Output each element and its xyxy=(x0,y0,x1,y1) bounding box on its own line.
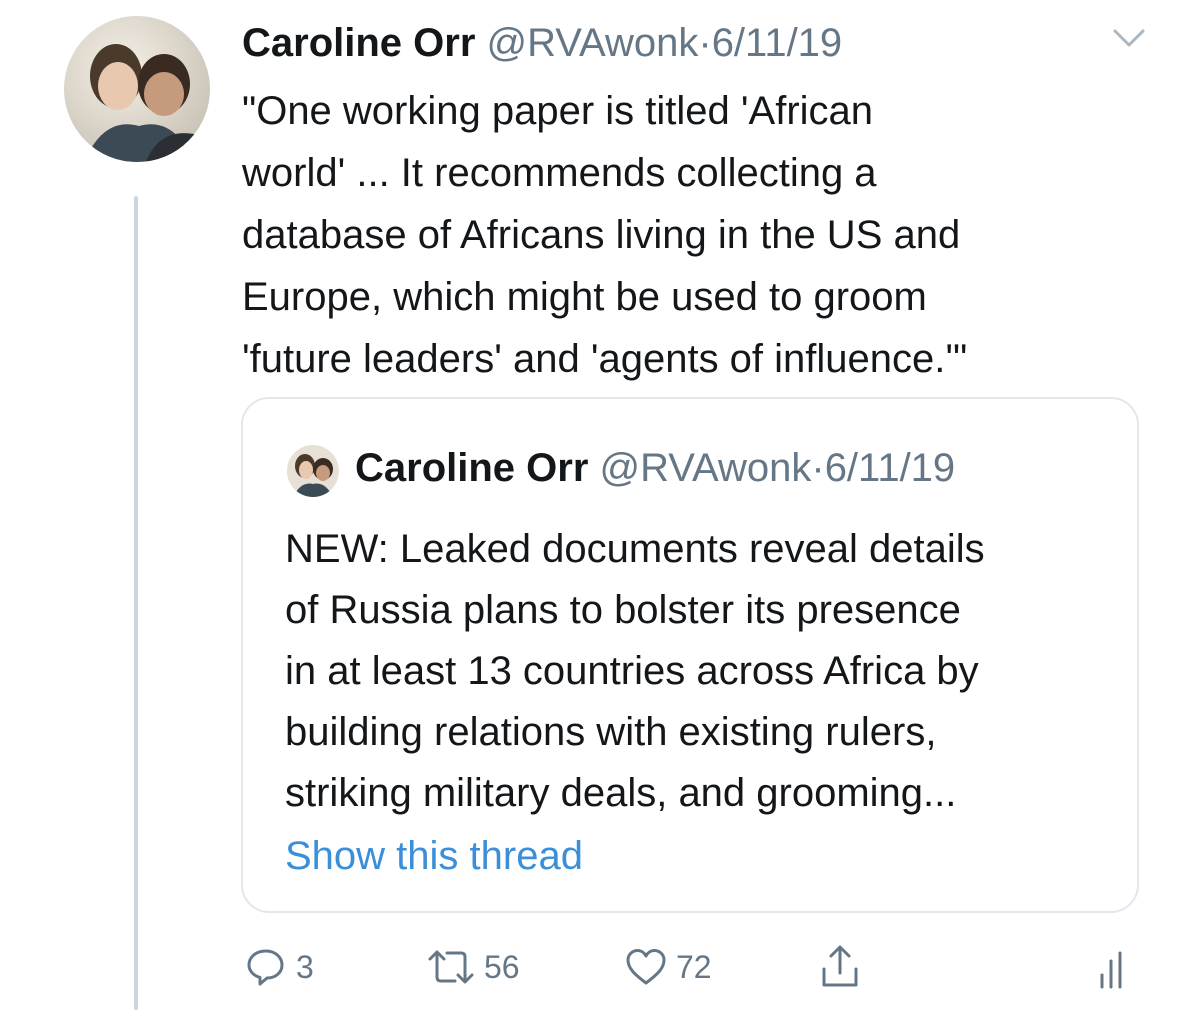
quoted-author-name: Caroline Orr xyxy=(355,446,589,490)
chevron-down-icon[interactable] xyxy=(1112,26,1146,50)
avatar[interactable] xyxy=(64,16,210,162)
share-button[interactable] xyxy=(818,940,862,994)
tweet-header: Caroline Orr @RVAwonk·6/11/19 xyxy=(242,18,842,68)
like-count: 72 xyxy=(676,948,712,985)
like-button[interactable]: 72 xyxy=(624,940,712,994)
retweet-icon xyxy=(426,945,476,989)
author-handle[interactable]: @RVAwonk xyxy=(487,21,699,65)
quoted-tweet-header: Caroline Orr @RVAwonk·6/11/19 xyxy=(355,443,955,493)
share-icon xyxy=(818,943,862,991)
show-thread-link[interactable]: Show this thread xyxy=(285,831,583,881)
quoted-text-line: NEW: Leaked documents reveal details xyxy=(285,527,985,571)
quoted-author-handle: @RVAwonk xyxy=(599,446,812,490)
tweet-actions: 3 56 72 xyxy=(244,940,1144,994)
reply-icon xyxy=(244,945,288,989)
tweet-text-line: 'future leaders' and 'agents of influenc… xyxy=(242,337,968,381)
quoted-text-line: striking military deals, and grooming... xyxy=(285,771,957,815)
quoted-separator: · xyxy=(811,446,825,490)
thread-line xyxy=(134,196,138,1010)
quoted-tweet-date: 6/11/19 xyxy=(824,446,956,490)
quoted-tweet-card[interactable]: Caroline Orr @RVAwonk·6/11/19 NEW: Leake… xyxy=(241,397,1139,913)
tweet-date[interactable]: 6/11/19 xyxy=(712,21,843,65)
tweet-text-line: "One working paper is titled 'African xyxy=(242,89,874,133)
reply-count: 3 xyxy=(296,948,314,985)
quoted-avatar xyxy=(287,445,339,497)
tweet-text-line: database of Africans living in the US an… xyxy=(242,213,961,257)
retweet-count: 56 xyxy=(484,948,520,985)
reply-button[interactable]: 3 xyxy=(244,940,314,994)
author-name[interactable]: Caroline Orr xyxy=(242,21,475,65)
quoted-tweet-text: NEW: Leaked documents reveal details of … xyxy=(285,519,1125,824)
tweet-text-line: world' ... It recommends collecting a xyxy=(242,151,877,195)
analytics-icon xyxy=(1096,945,1132,989)
retweet-button[interactable]: 56 xyxy=(426,940,520,994)
quoted-text-line: in at least 13 countries across Africa b… xyxy=(285,649,979,693)
quoted-text-line: of Russia plans to bolster its presence xyxy=(285,588,961,632)
tweet-text: "One working paper is titled 'African wo… xyxy=(242,80,1142,390)
separator: · xyxy=(698,21,712,65)
heart-icon xyxy=(624,945,668,989)
analytics-button[interactable] xyxy=(1096,940,1132,994)
quoted-text-line: building relations with existing rulers, xyxy=(285,710,937,754)
tweet-text-line: Europe, which might be used to groom xyxy=(242,275,927,319)
